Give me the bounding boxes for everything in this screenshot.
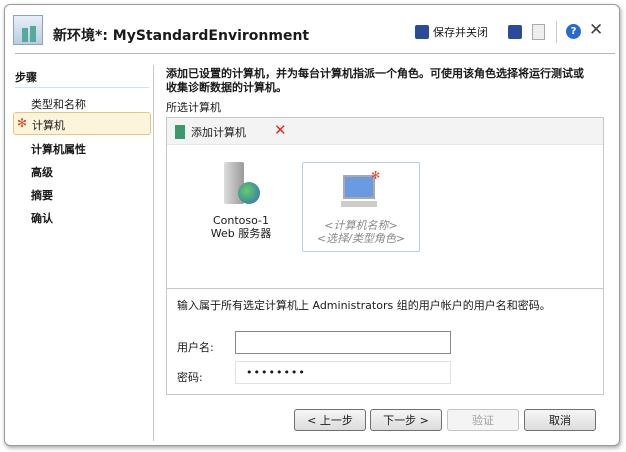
machine-role: Web 服务器 [210, 227, 272, 240]
toolbar-divider [556, 21, 557, 43]
sidebar-divider [153, 65, 154, 441]
selected-computers-panel: 添加计算机 ✕ Contoso-1 Web 服务器 ✻ <计算机名称> <选择/… [166, 117, 604, 395]
save-close-icon [415, 25, 429, 39]
environment-app-icon [13, 15, 43, 45]
selected-computers-label: 所选计算机 [166, 101, 221, 114]
machine-card[interactable]: Contoso-1 Web 服务器 [191, 162, 291, 252]
next-button[interactable]: 下一步 > [370, 409, 442, 431]
step-summary[interactable]: 摘要 [31, 187, 53, 203]
machine-role-placeholder: <选择/类型角色> [316, 232, 406, 245]
password-input[interactable]: •••••••• [235, 361, 451, 384]
window-title: 新环境*: MyStandardEnvironment [53, 28, 310, 44]
steps-divider [15, 87, 149, 88]
remove-computer-icon[interactable]: ✕ [274, 121, 287, 139]
machine-name: Contoso-1 [212, 214, 270, 227]
step-advanced[interactable]: 高级 [31, 164, 53, 180]
add-computer-icon [175, 125, 185, 139]
password-label: 密码: [177, 371, 203, 384]
save-icon[interactable] [508, 25, 522, 39]
step-computers-label: 计算机 [32, 119, 65, 132]
instructions-text: 添加已设置的计算机，并为每台计算机指派一个角色。可使用该角色选择将运行测试或收集… [166, 67, 584, 94]
step-computers[interactable]: ✻ 计算机 [13, 112, 151, 135]
steps-heading: 步骤 [15, 71, 37, 84]
computer-icon: ✻ [341, 169, 381, 209]
required-asterisk-icon: ✻ [17, 116, 28, 130]
new-machine-card[interactable]: ✻ <计算机名称> <选择/类型角色> [302, 162, 420, 252]
add-computer-button[interactable]: 添加计算机 [175, 124, 246, 140]
credentials-instructions: 输入属于所有选定计算机上 Administrators 组的用户帐户的用户名和密… [177, 299, 551, 312]
back-button[interactable]: < 上一步 [294, 409, 366, 431]
username-label: 用户名: [177, 341, 214, 354]
help-icon[interactable]: ? [566, 24, 581, 39]
save-and-close-label: 保存并关闭 [433, 26, 488, 39]
computers-toolbar: 添加计算机 ✕ [167, 118, 603, 145]
username-input[interactable] [235, 331, 451, 354]
cancel-button[interactable]: 取消 [524, 409, 596, 431]
refresh-icon[interactable] [532, 24, 545, 40]
close-icon[interactable]: ✕ [589, 20, 603, 40]
step-computer-properties[interactable]: 计算机属性 [31, 141, 86, 157]
add-computer-label: 添加计算机 [191, 126, 246, 139]
header-divider [15, 53, 615, 54]
step-confirm[interactable]: 确认 [31, 210, 53, 226]
web-server-icon [220, 162, 262, 206]
step-type-and-name[interactable]: 类型和名称 [31, 96, 86, 112]
machine-name-placeholder: <计算机名称> [324, 219, 398, 232]
new-environment-window: 新环境*: MyStandardEnvironment 保存并关闭 ? ✕ 步骤… [4, 4, 620, 446]
save-and-close-button[interactable]: 保存并关闭 [415, 23, 488, 41]
verify-button[interactable]: 验证 [447, 409, 519, 431]
panel-divider [167, 288, 603, 289]
